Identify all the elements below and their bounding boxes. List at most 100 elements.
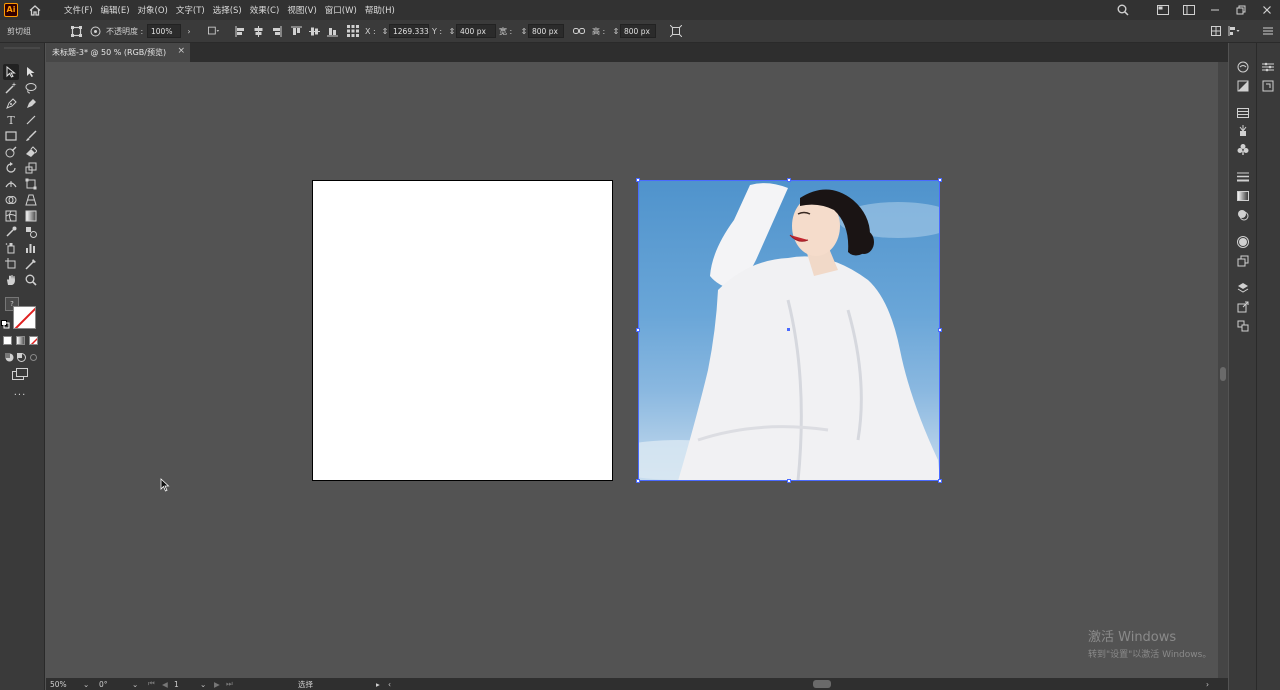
more-options-icon[interactable] bbox=[1262, 25, 1274, 37]
resize-handle-left[interactable] bbox=[636, 328, 640, 332]
eyedropper-tool-icon[interactable] bbox=[3, 224, 19, 240]
prev-artboard-icon[interactable]: ◀ bbox=[162, 680, 168, 689]
status-menu-icon[interactable]: ▸ bbox=[376, 680, 380, 689]
layers-panel-icon[interactable] bbox=[1236, 281, 1250, 295]
close-icon[interactable] bbox=[1254, 0, 1280, 20]
isolate-group-icon[interactable] bbox=[70, 25, 82, 37]
free-transform-tool-icon[interactable] bbox=[23, 176, 39, 192]
draw-inside-icon[interactable] bbox=[25, 349, 41, 365]
asset-export-panel-icon[interactable] bbox=[1261, 79, 1275, 93]
arrange-documents-icon[interactable] bbox=[1176, 0, 1202, 20]
shape-builder-tool-icon[interactable] bbox=[3, 192, 19, 208]
column-graph-tool-icon[interactable] bbox=[23, 240, 39, 256]
w-input[interactable]: 800 px bbox=[528, 24, 564, 38]
hand-tool-icon[interactable] bbox=[3, 272, 19, 288]
none-mode-icon[interactable] bbox=[29, 336, 38, 345]
menu-effect[interactable]: 效果(C) bbox=[246, 4, 284, 16]
horizontal-scroll-thumb[interactable] bbox=[813, 680, 831, 688]
appearance-panel-icon[interactable] bbox=[1236, 235, 1250, 249]
select-similar-icon[interactable] bbox=[208, 25, 220, 37]
y-input[interactable]: 400 px bbox=[456, 24, 496, 38]
menu-help[interactable]: 帮助(H) bbox=[361, 4, 399, 16]
menu-file[interactable]: 文件(F) bbox=[60, 4, 97, 16]
x-input[interactable]: 1269.333 bbox=[389, 24, 429, 38]
screen-mode-icon[interactable] bbox=[12, 366, 28, 382]
vertical-scrollbar[interactable] bbox=[1218, 62, 1228, 678]
rotate-tool-icon[interactable] bbox=[3, 160, 19, 176]
stroke-panel-icon[interactable] bbox=[1236, 170, 1250, 184]
artboard-blank[interactable] bbox=[312, 180, 613, 481]
width-tool-icon[interactable] bbox=[3, 176, 19, 192]
graphic-styles-panel-icon[interactable] bbox=[1236, 254, 1250, 268]
blend-tool-icon[interactable] bbox=[23, 224, 39, 240]
gradient-mode-icon[interactable] bbox=[16, 336, 25, 345]
lasso-tool-icon[interactable] bbox=[23, 80, 39, 96]
recolor-icon[interactable] bbox=[89, 25, 101, 37]
opacity-dropdown-icon[interactable]: › bbox=[183, 25, 195, 37]
resize-handle-bottom[interactable] bbox=[787, 479, 791, 483]
align-panel-icon[interactable] bbox=[1228, 25, 1240, 37]
default-fill-stroke-icon[interactable] bbox=[1, 320, 10, 329]
scroll-left-icon[interactable]: ‹ bbox=[388, 680, 391, 689]
h-input[interactable]: 800 px bbox=[620, 24, 656, 38]
zoom-tool-icon[interactable] bbox=[23, 272, 39, 288]
align-hcenter-icon[interactable] bbox=[252, 25, 264, 37]
resize-handle-bottom-left[interactable] bbox=[636, 479, 640, 483]
align-bottom-icon[interactable] bbox=[326, 25, 338, 37]
menu-type[interactable]: 文字(T) bbox=[172, 4, 209, 16]
artboard-dropdown-icon[interactable]: ⌄ bbox=[200, 680, 206, 689]
selection-tool-icon[interactable] bbox=[3, 64, 19, 80]
menu-view[interactable]: 视图(V) bbox=[283, 4, 320, 16]
type-tool-icon[interactable]: T bbox=[3, 112, 19, 128]
transform-reference-icon[interactable] bbox=[347, 25, 359, 37]
next-artboard-icon[interactable]: ▶ bbox=[214, 680, 220, 689]
gradient-tool-icon[interactable] bbox=[23, 208, 39, 224]
symbol-sprayer-tool-icon[interactable] bbox=[3, 240, 19, 256]
resize-handle-top-left[interactable] bbox=[636, 178, 640, 182]
eraser-tool-icon[interactable] bbox=[23, 144, 39, 160]
rotation-value[interactable]: 0° bbox=[99, 680, 108, 689]
shaper-tool-icon[interactable] bbox=[3, 144, 19, 160]
line-segment-tool-icon[interactable] bbox=[23, 112, 39, 128]
last-artboard-icon[interactable]: ⏭ bbox=[226, 679, 233, 689]
home-icon[interactable] bbox=[28, 3, 42, 17]
search-icon[interactable] bbox=[1110, 0, 1136, 20]
perspective-grid-tool-icon[interactable] bbox=[23, 192, 39, 208]
brushes-panel-icon[interactable] bbox=[1236, 124, 1250, 138]
vertical-scroll-thumb[interactable] bbox=[1220, 367, 1226, 381]
paintbrush-tool-icon[interactable] bbox=[23, 128, 39, 144]
properties-panel-icon[interactable] bbox=[1236, 60, 1250, 74]
align-vcenter-icon[interactable] bbox=[308, 25, 320, 37]
resize-handle-bottom-right[interactable] bbox=[938, 479, 942, 483]
document-tab[interactable]: 未标题-3* @ 50 % (RGB/预览) × bbox=[46, 43, 190, 62]
libraries-panel-icon[interactable] bbox=[1236, 79, 1250, 93]
slice-tool-icon[interactable] bbox=[23, 256, 39, 272]
artboard-number[interactable]: 1 bbox=[174, 680, 179, 689]
first-artboard-icon[interactable]: ⏮ bbox=[148, 679, 155, 689]
rotation-dropdown-icon[interactable]: ⌄ bbox=[132, 680, 138, 689]
rectangle-tool-icon[interactable] bbox=[3, 128, 19, 144]
curvature-tool-icon[interactable] bbox=[23, 96, 39, 112]
mesh-tool-icon[interactable] bbox=[3, 208, 19, 224]
menu-window[interactable]: 窗口(W) bbox=[321, 4, 361, 16]
workspace-icon[interactable] bbox=[1150, 0, 1176, 20]
minimize-icon[interactable] bbox=[1202, 0, 1228, 20]
artboards-panel-icon[interactable] bbox=[1236, 319, 1250, 333]
stroke-swatch-icon[interactable] bbox=[13, 306, 36, 329]
color-mode-icon[interactable] bbox=[3, 336, 12, 345]
pen-tool-icon[interactable] bbox=[3, 96, 19, 112]
scroll-right-icon[interactable]: › bbox=[1206, 680, 1209, 689]
swatches-panel-icon[interactable] bbox=[1236, 106, 1250, 120]
menu-select[interactable]: 选择(S) bbox=[209, 4, 246, 16]
artboard-tool-icon[interactable] bbox=[3, 256, 19, 272]
align-left-icon[interactable] bbox=[234, 25, 246, 37]
resize-handle-top-right[interactable] bbox=[938, 178, 942, 182]
edit-toolbar-icon[interactable]: ··· bbox=[12, 387, 28, 403]
align-top-icon[interactable] bbox=[290, 25, 302, 37]
align-right-icon[interactable] bbox=[270, 25, 282, 37]
transparency-panel-icon[interactable] bbox=[1236, 208, 1250, 222]
resize-handle-right[interactable] bbox=[938, 328, 942, 332]
zoom-dropdown-icon[interactable]: ⌄ bbox=[83, 680, 89, 689]
link-proportions-icon[interactable] bbox=[573, 25, 585, 37]
tab-close-icon[interactable]: × bbox=[177, 46, 185, 56]
